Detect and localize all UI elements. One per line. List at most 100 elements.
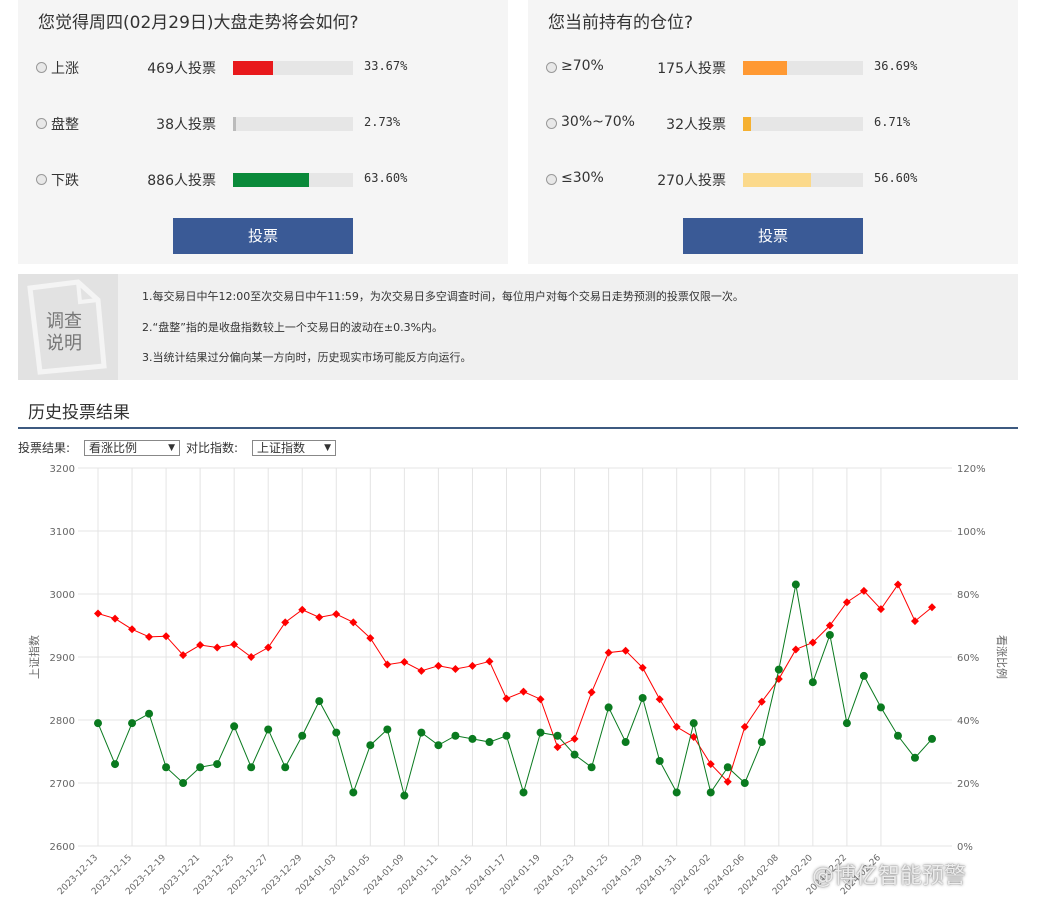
data-point: [247, 763, 256, 772]
data-point: [519, 788, 528, 797]
data-point: [400, 658, 409, 667]
y-axis-title: 上证指数: [27, 635, 41, 679]
option-bar-fill: [743, 173, 811, 187]
poll-option-down[interactable]: 下跌 886人投票 63.60%: [36, 170, 496, 190]
data-point: [451, 731, 460, 740]
option-pct: 36.69%: [874, 59, 918, 73]
data-point: [383, 660, 392, 669]
data-point: [893, 731, 902, 740]
y-right-tick-label: 20%: [957, 779, 979, 790]
data-point: [111, 760, 120, 769]
data-point: [672, 788, 681, 797]
y-tick-label: 3000: [50, 590, 75, 601]
data-point: [281, 763, 290, 772]
data-point: [434, 661, 443, 670]
data-point: [111, 614, 120, 623]
data-point: [298, 731, 307, 740]
data-point: [706, 788, 715, 797]
radio-high[interactable]: [546, 62, 557, 73]
y-tick-label: 2800: [50, 716, 75, 727]
data-point: [553, 743, 562, 752]
radio-mid[interactable]: [546, 118, 557, 129]
y-tick-label: 3100: [50, 527, 75, 538]
option-pct: 2.73%: [364, 115, 401, 129]
option-bar: [743, 117, 863, 131]
note-line-1: 1.每交易日中午12:00至次交易日中午11:59，为次交易日多空调查时间，每位…: [142, 290, 744, 303]
chevron-down-icon: ▼: [168, 443, 175, 453]
data-point: [570, 734, 579, 743]
option-count: 270人投票: [657, 173, 726, 189]
data-point: [264, 725, 273, 734]
data-point: [145, 632, 154, 641]
radio-up[interactable]: [36, 62, 47, 73]
option-bar-fill: [233, 117, 237, 131]
poll-option-mid[interactable]: 30%~70% 32人投票 6.71%: [546, 114, 1006, 134]
radio-flat[interactable]: [36, 118, 47, 129]
history-title: 历史投票结果: [28, 403, 130, 423]
data-point: [332, 610, 341, 619]
data-point: [570, 750, 579, 759]
option-bar-fill: [233, 173, 310, 187]
option-bar-fill: [743, 117, 752, 131]
data-point: [723, 763, 732, 772]
option-label: ≤30%: [561, 170, 604, 186]
data-point: [502, 731, 511, 740]
data-point: [94, 609, 102, 618]
poll-option-flat[interactable]: 盘整 38人投票 2.73%: [36, 114, 496, 134]
option-bar-fill: [743, 61, 788, 75]
data-point: [689, 719, 698, 728]
option-pct: 56.60%: [874, 171, 918, 185]
y-right-tick-label: 40%: [957, 716, 979, 727]
compare-select[interactable]: 上证指数 ▼: [252, 440, 336, 456]
data-point: [417, 666, 426, 675]
data-point: [162, 763, 171, 772]
result-select[interactable]: 看涨比例 ▼: [84, 440, 180, 456]
option-pct: 63.60%: [364, 171, 408, 185]
data-point: [128, 719, 137, 728]
option-bar: [743, 61, 863, 75]
y-right-axis-title: 看涨比例: [995, 635, 1009, 679]
data-point: [434, 741, 443, 750]
watermark: @博亿智能预警: [812, 864, 967, 889]
data-point: [264, 643, 273, 652]
vote-button-market[interactable]: 投票: [173, 218, 353, 254]
data-point: [791, 645, 800, 654]
data-point: [655, 695, 664, 704]
data-point: [451, 664, 460, 673]
data-point: [332, 728, 341, 737]
data-point: [893, 580, 902, 589]
poll-option-low[interactable]: ≤30% 270人投票 56.60%: [546, 170, 1006, 190]
chevron-down-icon: ▼: [324, 443, 331, 453]
y-tick-label: 2600: [50, 842, 75, 853]
data-point: [638, 693, 647, 702]
data-point: [383, 725, 392, 734]
data-point: [672, 722, 681, 731]
option-count: 38人投票: [156, 117, 216, 133]
notes-title-line2: 说明: [46, 333, 82, 354]
data-point: [485, 657, 494, 666]
option-label: 盘整: [51, 117, 79, 133]
y-right-tick-label: 120%: [957, 464, 986, 475]
survey-notes: 调查 说明 1.每交易日中午12:00至次交易日中午11:59，为次交易日多空调…: [18, 274, 1018, 380]
radio-low[interactable]: [546, 174, 557, 185]
series-line: [97, 583, 933, 783]
data-point: [230, 722, 239, 731]
poll-option-high[interactable]: ≥70% 175人投票 36.69%: [546, 58, 1006, 78]
radio-down[interactable]: [36, 174, 47, 185]
vote-button-position[interactable]: 投票: [683, 218, 863, 254]
data-point: [349, 788, 358, 797]
note-line-2: 2.“盘整”指的是收盘指数较上一个交易日的波动在±0.3%内。: [142, 321, 444, 334]
option-label: ≥70%: [561, 58, 604, 74]
data-point: [213, 760, 222, 769]
history-divider: [18, 427, 1018, 429]
data-point: [587, 763, 596, 772]
data-point: [757, 697, 766, 706]
data-point: [485, 738, 494, 747]
data-point: [468, 734, 477, 743]
data-point: [468, 661, 477, 670]
data-point: [604, 703, 613, 712]
data-point: [536, 695, 545, 704]
data-point: [740, 722, 749, 731]
poll-option-up[interactable]: 上涨 469人投票 33.67%: [36, 58, 496, 78]
data-point: [502, 694, 511, 703]
